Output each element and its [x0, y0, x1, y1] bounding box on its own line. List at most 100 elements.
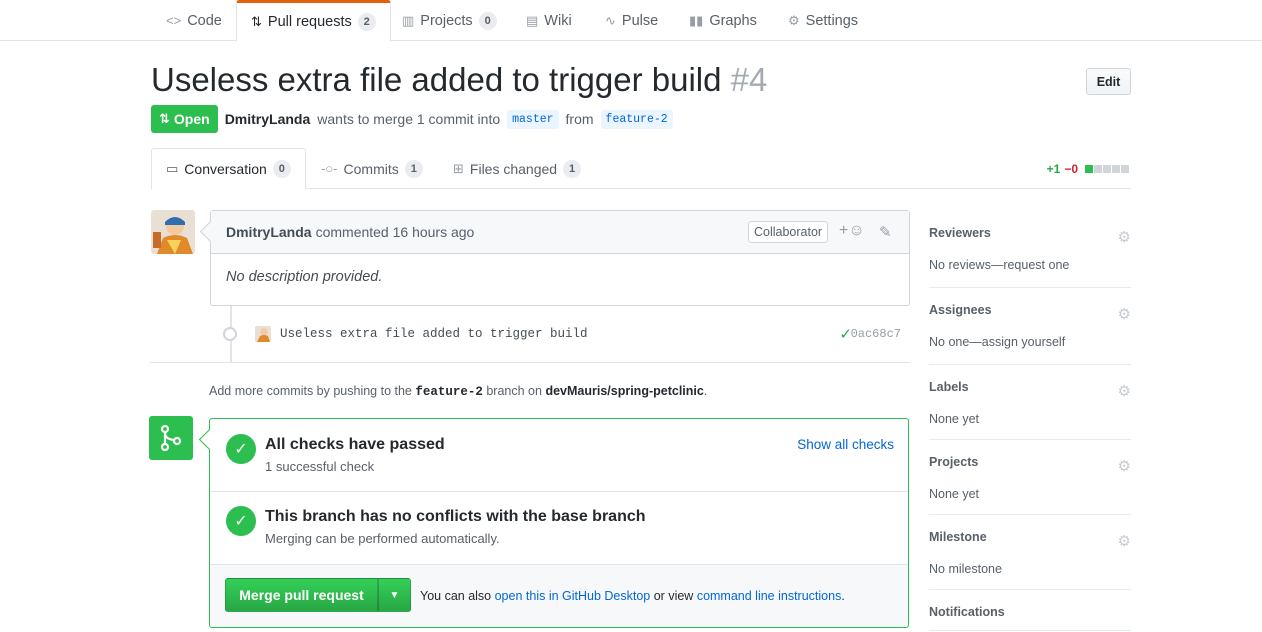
merge-box: ✓ All checks have passed 1 successful ch… — [209, 418, 909, 628]
sidebar-heading[interactable]: Labels — [929, 380, 1131, 394]
sidebar-heading[interactable]: Assignees — [929, 303, 1131, 317]
sidebar-notifications: Notifications — [929, 605, 1131, 619]
sidebar-divider — [929, 514, 1131, 515]
repo-tab-label: Pull requests — [267, 14, 352, 30]
sidebar-heading[interactable]: Reviewers — [929, 226, 1131, 240]
repo-tab-code[interactable]: <> Code — [152, 0, 236, 41]
diffstat-block-neutral — [1094, 165, 1102, 173]
pr-number: #4 — [730, 61, 768, 98]
sidebar-divider — [929, 630, 1131, 631]
pr-meta-text: wants to merge 1 commit into — [317, 111, 501, 127]
repo-tab-graphs[interactable]: ▮▮ Graphs — [675, 0, 771, 41]
repo-tab-label: Settings — [805, 12, 859, 29]
merge-alternatives: You can also open this in GitHub Desktop… — [420, 589, 845, 603]
sidebar-heading[interactable]: Milestone — [929, 530, 1131, 544]
comment: DmitryLanda commented 16 hours ago Colla… — [210, 210, 910, 306]
push-hint-repo: devMauris/spring-petclinic — [545, 384, 704, 398]
merge-separator — [210, 491, 908, 492]
merge-pull-request-button[interactable]: Merge pull request — [225, 578, 378, 612]
pr-meta: ⇅ Open DmitryLanda wants to merge 1 comm… — [151, 105, 673, 133]
sidebar-divider — [929, 589, 1131, 590]
git-pull-request-icon: ⇅ — [251, 14, 262, 29]
merge-alt-prefix: You can also — [420, 589, 492, 603]
show-all-checks-link[interactable]: Show all checks — [797, 437, 894, 452]
diffstat-deletions: −0 — [1064, 162, 1078, 176]
sidebar-value[interactable]: No one—assign yourself — [929, 335, 1131, 349]
comment-author-link[interactable]: DmitryLanda — [226, 224, 312, 240]
diffstat-block-neutral — [1121, 165, 1129, 173]
diffstat-blocks — [1085, 165, 1129, 173]
gear-icon[interactable]: ⚙ — [1118, 532, 1131, 550]
repo-tab-pulse[interactable]: ∿ Pulse — [591, 0, 672, 41]
head-branch[interactable]: feature-2 — [600, 109, 673, 129]
sidebar-divider — [929, 439, 1131, 440]
git-pull-request-icon: ⇅ — [159, 111, 170, 126]
repo-nav: <> Code ⇅ Pull requests 2 ▥ Projects 0 ▤… — [0, 0, 1262, 42]
commit-author-avatar[interactable] — [255, 326, 271, 342]
pr-title: Useless extra file added to trigger buil… — [151, 58, 767, 102]
git-merge-icon — [149, 416, 193, 460]
book-icon: ▤ — [526, 12, 539, 28]
pr-author-link[interactable]: DmitryLanda — [225, 111, 311, 127]
diffstat: +1 −0 — [1047, 162, 1129, 176]
commits-count: 1 — [404, 159, 423, 178]
merge-footer: Merge pull request ▼ You can also open t… — [210, 564, 908, 627]
tab-commits[interactable]: -○- Commits 1 — [307, 148, 437, 189]
code-icon: <> — [166, 13, 182, 28]
sidebar-value[interactable]: No reviews—request one — [929, 258, 1131, 272]
diffstat-additions: +1 — [1046, 162, 1061, 176]
repo-tab-label: Projects — [420, 12, 473, 29]
conversation-count: 0 — [272, 160, 291, 178]
sidebar-value: No milestone — [929, 562, 1002, 576]
sidebar-value: None yet — [929, 412, 980, 426]
avatar[interactable] — [151, 210, 195, 254]
push-hint-prefix: Add more commits by pushing to the — [209, 384, 412, 398]
gear-icon[interactable]: ⚙ — [1118, 382, 1131, 400]
pr-title-text: Useless extra file added to trigger buil… — [151, 61, 722, 98]
sidebar-projects: Projects ⚙ None yet — [929, 455, 1131, 501]
gear-icon[interactable]: ⚙ — [1118, 228, 1131, 246]
gear-icon[interactable]: ⚙ — [1118, 305, 1131, 323]
tab-conversation[interactable]: ▭ Conversation 0 — [151, 148, 306, 190]
repo-tab-projects[interactable]: ▥ Projects 0 — [388, 0, 511, 41]
triangle-down-icon: ▼ — [389, 589, 400, 601]
repo-tab-label: Wiki — [544, 12, 572, 29]
conflicts-section: ✓ This branch has no conflicts with the … — [210, 506, 908, 561]
tab-label: Conversation — [184, 161, 267, 177]
conflicts-title: This branch has no conflicts with the ba… — [265, 508, 646, 525]
sidebar-heading[interactable]: Projects — [929, 455, 1131, 469]
repo-tab-settings[interactable]: ⚙ Settings — [774, 0, 872, 41]
sidebar-reviewers: Reviewers ⚙ No reviews—request one — [929, 226, 1131, 272]
open-in-desktop-link[interactable]: open this in GitHub Desktop — [495, 589, 651, 603]
diffstat-block-neutral — [1103, 165, 1111, 173]
pencil-icon[interactable]: ✎ — [879, 223, 892, 241]
pr-from-text: from — [565, 111, 594, 127]
pr-tabs: ▭ Conversation 0 -○- Commits 1 ⊞ Files c… — [151, 148, 1131, 190]
comment-timestamp[interactable]: commented 16 hours ago — [316, 224, 475, 240]
gear-icon[interactable]: ⚙ — [1118, 457, 1131, 475]
edit-title-button[interactable]: Edit — [1086, 68, 1131, 95]
sidebar-heading: Notifications — [929, 605, 1005, 619]
repo-tab-wiki[interactable]: ▤ Wiki — [512, 0, 586, 41]
repo-tab-pull-requests[interactable]: ⇅ Pull requests 2 — [236, 0, 391, 42]
add-reaction-icon[interactable]: +☺ — [839, 222, 865, 240]
merge-method-dropdown[interactable]: ▼ — [378, 578, 411, 612]
project-icon: ▥ — [402, 12, 415, 28]
repo-tab-label: Code — [187, 12, 222, 29]
base-branch[interactable]: master — [507, 109, 559, 129]
gear-icon: ⚙ — [788, 12, 800, 28]
push-hint-suffix: . — [703, 384, 708, 398]
checks-section: ✓ All checks have passed 1 successful ch… — [210, 434, 908, 492]
pulse-icon: ∿ — [605, 12, 616, 28]
commit-message-link[interactable]: Useless extra file added to trigger buil… — [280, 327, 588, 341]
check-circle-icon: ✓ — [226, 506, 256, 536]
status-badge: ⇅ Open — [151, 105, 218, 133]
check-circle-icon: ✓ — [226, 434, 256, 464]
sidebar-value: None yet — [929, 487, 980, 501]
commit-row: Useless extra file added to trigger buil… — [223, 322, 909, 346]
commit-sha-link[interactable]: 0ac68c7 — [851, 327, 901, 341]
tab-files-changed[interactable]: ⊞ Files changed 1 — [439, 148, 595, 189]
sidebar-divider — [929, 364, 1131, 365]
sidebar-milestone: Milestone ⚙ No milestone — [929, 530, 1131, 576]
command-line-instructions-link[interactable]: command line instructions — [697, 589, 842, 603]
